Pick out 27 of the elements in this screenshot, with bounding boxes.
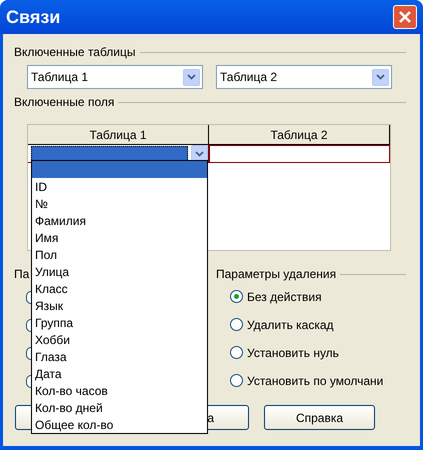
radio-option[interactable]: Без действия — [230, 289, 406, 304]
close-button[interactable] — [393, 5, 417, 29]
table-combo[interactable]: Таблица 2 — [216, 65, 392, 89]
close-icon — [398, 10, 412, 24]
section-label: Включенные поля — [14, 94, 114, 111]
window-title: Связи — [6, 6, 60, 28]
section-label: Параметры удаления — [216, 266, 336, 283]
chevron-down-icon — [195, 150, 204, 156]
radio-option[interactable]: Установить по умолчани — [230, 373, 406, 388]
section-label: Включенные таблицы — [14, 44, 136, 61]
section-label: Па — [14, 266, 30, 283]
radio-button[interactable] — [230, 374, 243, 387]
grid-cell-combo[interactable] — [28, 145, 209, 163]
dropdown-arrow-button[interactable] — [372, 68, 389, 86]
table-combo[interactable]: Таблица 1 — [27, 65, 203, 89]
grid-cell[interactable] — [209, 145, 390, 163]
radio-option[interactable]: Установить нуль — [230, 345, 406, 360]
radio-option[interactable]: Удалить каскад — [230, 317, 406, 332]
radio-button[interactable] — [230, 318, 243, 331]
dropdown-arrow-button[interactable] — [183, 68, 200, 86]
radio-button[interactable] — [230, 290, 243, 303]
radio-button[interactable] — [230, 346, 243, 359]
help-button[interactable]: Справка — [264, 405, 375, 430]
chevron-down-icon — [187, 74, 196, 80]
column-header[interactable]: Таблица 2 — [209, 125, 390, 144]
chevron-down-icon — [376, 74, 385, 80]
column-header[interactable]: Таблица 1 — [28, 125, 209, 144]
